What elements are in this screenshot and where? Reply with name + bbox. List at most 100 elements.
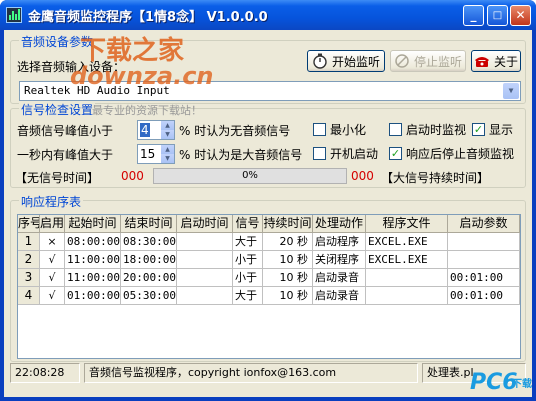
response-table[interactable]: 序号 启用 起始时间 结束时间 启动时间 信号 持续时间 处理动作 程序文件 启动参数 1 × 08:0… xyxy=(17,214,521,359)
column-header[interactable]: 起始时间 xyxy=(65,215,121,233)
table-cell[interactable]: 大于 xyxy=(233,233,263,251)
peak-label: 音频信号峰值小于 xyxy=(17,124,114,138)
table-cell[interactable]: × xyxy=(40,233,65,251)
boot-checkbox[interactable]: 开机启动 xyxy=(313,145,378,162)
table-cell[interactable]: 18:00:00 xyxy=(121,251,177,269)
column-header[interactable]: 处理动作 xyxy=(313,215,366,233)
table-cell[interactable] xyxy=(366,287,448,305)
signal-progress-bar: 0% xyxy=(153,168,347,184)
start-monitor-label: 开始监听 xyxy=(331,54,380,69)
table-cell[interactable]: 11:00:00 xyxy=(65,251,121,269)
big-signal-label: 【大信号持续时间】 xyxy=(381,171,490,185)
table-row-number[interactable]: 2 xyxy=(18,251,40,269)
spin-down-icon[interactable]: ▼ xyxy=(161,154,174,163)
table-cell[interactable] xyxy=(448,251,520,269)
table-cell[interactable]: 00:01:00 xyxy=(448,287,520,305)
spin-up-icon[interactable]: ▲ xyxy=(161,121,174,130)
start-monitor-button[interactable]: 开始监听 xyxy=(307,50,385,72)
column-header[interactable]: 信号 xyxy=(233,215,263,233)
stopwatch-icon xyxy=(313,53,327,69)
table-cell[interactable] xyxy=(177,251,233,269)
boot-checkbox-label: 开机启动 xyxy=(330,147,379,161)
big-signal-value: 000 xyxy=(351,169,374,183)
sec-threshold-value: 15 xyxy=(140,147,156,161)
table-cell[interactable] xyxy=(177,233,233,251)
table-cell[interactable]: 11:00:00 xyxy=(65,269,121,287)
table-cell[interactable]: 启动录音 xyxy=(313,287,366,305)
table-row-number[interactable]: 1 xyxy=(18,233,40,251)
about-button[interactable]: 关于 xyxy=(471,50,521,72)
stop-after-box: ✓ xyxy=(389,147,402,160)
table-cell[interactable]: 小于 xyxy=(233,251,263,269)
column-header[interactable]: 启用 xyxy=(40,215,65,233)
table-cell[interactable]: √ xyxy=(40,251,65,269)
chevron-down-icon[interactable]: ▼ xyxy=(503,83,519,99)
minimize-button[interactable]: _ xyxy=(463,5,484,26)
autostart-box xyxy=(389,123,402,136)
peak-threshold-stepper[interactable]: 4 ▲ ▼ xyxy=(137,120,175,140)
signal-group-title: 信号检查设置 xyxy=(19,101,96,118)
spin-down-icon[interactable]: ▼ xyxy=(161,130,174,139)
table-cell[interactable]: 05:30:00 xyxy=(121,287,177,305)
show-checkbox-label: 显示 xyxy=(489,123,514,137)
signal-group: 信号检查设置 音频信号峰值小于 4 ▲ ▼ % 时认为无音频信号 最小化 启动时监… xyxy=(10,101,526,188)
title-bar[interactable]: 金鹰音频监控程序【1情8念】 V1.0.0.0 _ □ ✕ xyxy=(0,0,536,30)
table-cell[interactable] xyxy=(177,269,233,287)
column-header[interactable]: 结束时间 xyxy=(121,215,177,233)
table-cell[interactable]: EXCEL.EXE xyxy=(366,251,448,269)
table-cell[interactable]: 20:00:00 xyxy=(121,269,177,287)
table-cell[interactable]: √ xyxy=(40,287,65,305)
watermark-pc6-sub: 下载 xyxy=(512,379,532,390)
table-cell[interactable]: √ xyxy=(40,269,65,287)
show-checkbox[interactable]: ✓ 显示 xyxy=(472,121,513,138)
stop-monitor-button[interactable]: 停止监听 xyxy=(390,50,466,72)
table-cell[interactable]: 小于 xyxy=(233,269,263,287)
table-cell[interactable]: 启动程序 xyxy=(313,233,366,251)
status-message: 音频信号监视程序，copyright ionfox@163.com xyxy=(84,363,418,383)
table-cell[interactable] xyxy=(448,233,520,251)
table-cell[interactable]: 20 秒 xyxy=(263,233,313,251)
table-cell[interactable]: 大于 xyxy=(233,287,263,305)
minimize-checkbox[interactable]: 最小化 xyxy=(313,121,366,138)
stop-after-checkbox[interactable]: ✓ 响应后停止音频监视 xyxy=(389,145,514,162)
minimize-box xyxy=(313,123,326,136)
sec-threshold-stepper[interactable]: 15 ▲ ▼ xyxy=(137,144,175,164)
column-header[interactable]: 持续时间 xyxy=(263,215,313,233)
column-header[interactable]: 序号 xyxy=(18,215,40,233)
table-cell[interactable]: 10 秒 xyxy=(263,251,313,269)
no-signal-label: 【无信号时间】 xyxy=(15,171,100,185)
close-button[interactable]: ✕ xyxy=(510,5,531,26)
column-header[interactable]: 启动时间 xyxy=(177,215,233,233)
table-cell[interactable]: 10 秒 xyxy=(263,269,313,287)
table-cell[interactable]: 10 秒 xyxy=(263,287,313,305)
app-icon xyxy=(6,7,22,23)
table-row-number[interactable]: 3 xyxy=(18,269,40,287)
stop-after-checkbox-label: 响应后停止音频监视 xyxy=(406,147,515,161)
table-row-number[interactable]: 4 xyxy=(18,287,40,305)
maximize-button[interactable]: □ xyxy=(487,5,508,26)
boot-box xyxy=(313,147,326,160)
sec-suffix: % 时认为是大音频信号 xyxy=(179,148,303,162)
table-cell[interactable]: 关闭程序 xyxy=(313,251,366,269)
table-cell[interactable]: 00:01:00 xyxy=(448,269,520,287)
table-cell[interactable]: 08:00:00 xyxy=(65,233,121,251)
window-title: 金鹰音频监控程序【1情8念】 V1.0.0.0 xyxy=(28,10,268,25)
sec-label: 一秒内有峰值大于 xyxy=(17,148,114,162)
table-cell[interactable]: 01:00:00 xyxy=(65,287,121,305)
response-group-title: 响应程序表 xyxy=(19,193,84,210)
autostart-checkbox-label: 启动时监视 xyxy=(406,123,467,137)
autostart-checkbox[interactable]: 启动时监视 xyxy=(389,121,466,138)
about-label: 关于 xyxy=(493,54,518,69)
phone-icon xyxy=(474,57,489,67)
column-header[interactable]: 启动参数 xyxy=(448,215,520,233)
table-cell[interactable]: 08:30:00 xyxy=(121,233,177,251)
table-cell[interactable]: EXCEL.EXE xyxy=(366,233,448,251)
no-signal-value: 000 xyxy=(121,169,144,183)
table-cell[interactable] xyxy=(177,287,233,305)
column-header[interactable]: 程序文件 xyxy=(366,215,448,233)
spin-up-icon[interactable]: ▲ xyxy=(161,145,174,154)
table-cell[interactable] xyxy=(366,269,448,287)
peak-threshold-value: 4 xyxy=(140,123,150,137)
watermark-downza-en: downza.cn xyxy=(70,62,214,90)
table-cell[interactable]: 启动录音 xyxy=(313,269,366,287)
